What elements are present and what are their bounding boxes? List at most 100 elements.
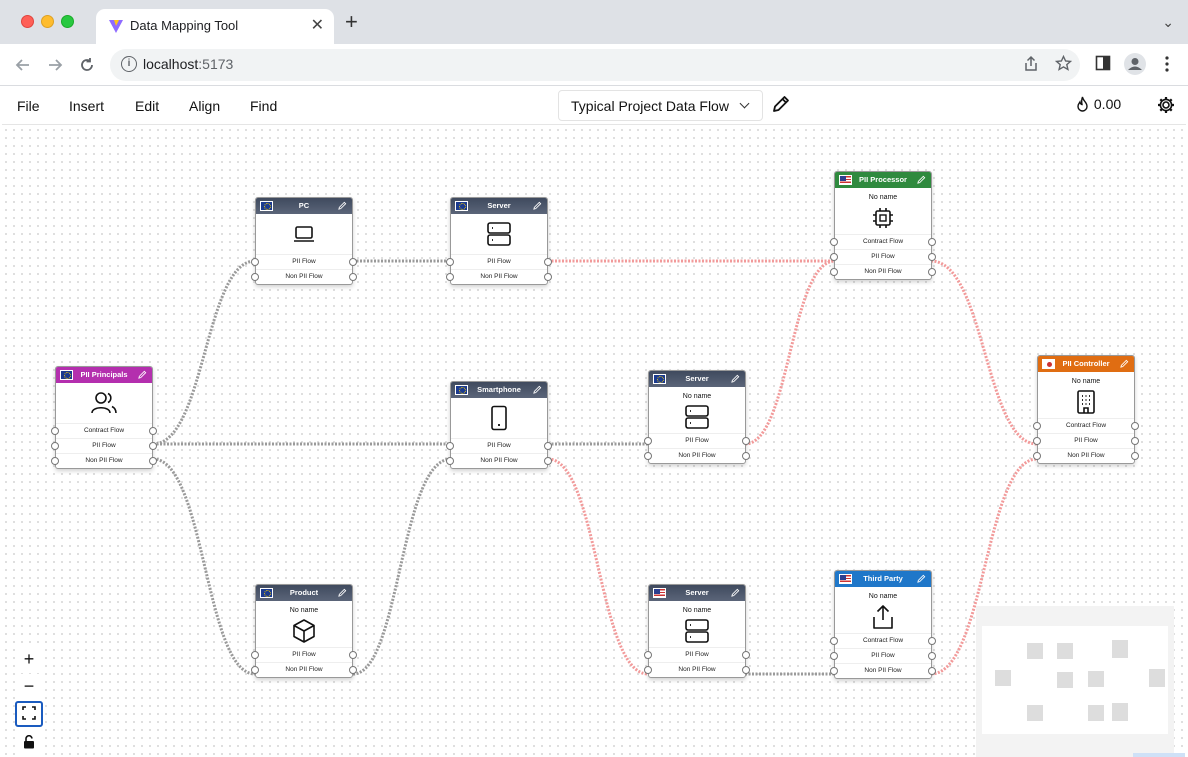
flame-icon	[1077, 94, 1088, 112]
edit-node-pencil-icon[interactable]	[917, 175, 926, 184]
flow-selector-dropdown[interactable]: Typical Project Data Flow	[558, 90, 763, 121]
port-pii-flow[interactable]: PII Flow	[251, 254, 357, 269]
node-pii-principals[interactable]: PII Principals Contract Flow PII Flow No…	[51, 366, 157, 469]
node-server-mid[interactable]: Server No name PII Flow Non PII Flow	[644, 370, 750, 464]
zoom-in-button[interactable]: +	[15, 647, 43, 673]
browser-menu-icon[interactable]	[1160, 55, 1174, 73]
edit-node-pencil-icon[interactable]	[338, 201, 347, 210]
profile-avatar-icon[interactable]	[1124, 53, 1146, 75]
port-pii-flow[interactable]: PII Flow	[251, 647, 357, 662]
node-third-party[interactable]: Third Party No name Contract Flow PII Fl…	[830, 570, 936, 679]
edit-flow-pencil-icon[interactable]	[770, 93, 792, 115]
node-pc[interactable]: PC PII Flow Non PII Flow	[251, 197, 357, 285]
port-pii-flow[interactable]: PII Flow	[446, 254, 552, 269]
menu-edit[interactable]: Edit	[135, 98, 159, 114]
edit-node-pencil-icon[interactable]	[338, 588, 347, 597]
side-panel-icon[interactable]	[1095, 55, 1111, 71]
share-page-icon[interactable]	[1023, 55, 1039, 73]
site-info-icon[interactable]: i	[121, 56, 137, 72]
minimap-node	[1027, 643, 1043, 659]
menu-align[interactable]: Align	[189, 98, 220, 114]
node-title: Server	[685, 588, 709, 597]
port-contract-flow[interactable]: Contract Flow	[51, 423, 157, 438]
zoom-out-button[interactable]: −	[15, 674, 43, 700]
port-contract-flow[interactable]: Contract Flow	[830, 633, 936, 648]
close-tab-icon[interactable]: ✕	[311, 15, 324, 35]
fit-view-button[interactable]	[15, 701, 43, 727]
jp-flag-icon	[1042, 359, 1055, 369]
node-product[interactable]: Product No name PII Flow Non PII Flow	[251, 584, 357, 678]
smartphone-icon	[491, 405, 507, 431]
browser-tab[interactable]: Data Mapping Tool ✕	[96, 9, 334, 44]
node-server-top[interactable]: Server PII Flow Non PII Flow	[446, 197, 552, 285]
laptop-icon	[294, 226, 314, 242]
box-icon	[293, 618, 315, 643]
node-title: Smartphone	[477, 385, 521, 394]
edit-node-pencil-icon[interactable]	[1120, 359, 1129, 368]
browser-tabstrip: Data Mapping Tool ✕ + ⌄	[0, 0, 1188, 44]
port-pii-flow[interactable]: PII Flow	[446, 438, 552, 453]
browser-toolbar: i localhost:5173	[0, 44, 1188, 86]
tab-search-icon[interactable]: ⌄	[1162, 14, 1174, 31]
node-pii-controller[interactable]: PII Controller No name Contract Flow PII…	[1033, 355, 1139, 464]
bookmark-star-icon[interactable]	[1055, 55, 1072, 72]
minimize-window-button[interactable]	[41, 15, 54, 28]
canvas-scroll-indicator	[1133, 753, 1185, 757]
maximize-window-button[interactable]	[61, 15, 74, 28]
node-pii-processor[interactable]: PII Processor No name Contract Flow PII …	[830, 171, 936, 280]
app-menubar: File Insert Edit Align Find Typical Proj…	[2, 87, 1186, 125]
port-non-pii-flow[interactable]: Non PII Flow	[251, 269, 357, 284]
port-pii-flow[interactable]: PII Flow	[51, 438, 157, 453]
edit-node-pencil-icon[interactable]	[731, 374, 740, 383]
port-contract-flow[interactable]: Contract Flow	[1033, 418, 1139, 433]
new-tab-button[interactable]: +	[345, 11, 358, 33]
port-pii-flow[interactable]: PII Flow	[1033, 433, 1139, 448]
minimap-node	[1027, 705, 1043, 721]
minimap-node	[1088, 671, 1104, 687]
node-name: No name	[682, 393, 712, 400]
port-non-pii-flow[interactable]: Non PII Flow	[830, 663, 936, 678]
close-window-button[interactable]	[21, 15, 34, 28]
users-icon	[91, 392, 117, 414]
node-title: PII Controller	[1062, 359, 1110, 368]
us-flag-icon	[839, 175, 852, 185]
edit-node-pencil-icon[interactable]	[731, 588, 740, 597]
port-non-pii-flow[interactable]: Non PII Flow	[1033, 448, 1139, 463]
forward-icon[interactable]	[46, 56, 64, 74]
gear-icon[interactable]	[1156, 95, 1176, 115]
edit-node-pencil-icon[interactable]	[917, 574, 926, 583]
eu-flag-icon	[260, 201, 273, 211]
minimap-node	[1112, 640, 1128, 658]
port-non-pii-flow[interactable]: Non PII Flow	[644, 448, 750, 463]
port-non-pii-flow[interactable]: Non PII Flow	[644, 662, 750, 677]
port-non-pii-flow[interactable]: Non PII Flow	[830, 264, 936, 279]
port-pii-flow[interactable]: PII Flow	[644, 647, 750, 662]
edit-node-pencil-icon[interactable]	[533, 201, 542, 210]
port-non-pii-flow[interactable]: Non PII Flow	[446, 269, 552, 284]
port-pii-flow[interactable]: PII Flow	[830, 249, 936, 264]
port-contract-flow[interactable]: Contract Flow	[830, 234, 936, 249]
menu-insert[interactable]: Insert	[69, 98, 104, 114]
minimap-node	[1088, 705, 1104, 721]
menu-file[interactable]: File	[17, 98, 40, 114]
url-text[interactable]: localhost:5173	[143, 56, 233, 72]
cost-display: 0.00	[1075, 94, 1121, 112]
port-non-pii-flow[interactable]: Non PII Flow	[251, 662, 357, 677]
back-icon[interactable]	[14, 56, 32, 74]
minimap-viewport	[982, 626, 1168, 734]
port-pii-flow[interactable]: PII Flow	[830, 648, 936, 663]
reload-icon[interactable]	[78, 56, 96, 74]
port-non-pii-flow[interactable]: Non PII Flow	[446, 453, 552, 468]
minimap[interactable]	[976, 606, 1174, 757]
server-icon	[685, 404, 709, 429]
port-non-pii-flow[interactable]: Non PII Flow	[51, 453, 157, 468]
node-smartphone[interactable]: Smartphone PII Flow Non PII Flow	[446, 381, 552, 469]
lock-toggle-button[interactable]	[15, 729, 43, 755]
node-title: Product	[289, 588, 319, 597]
node-server-bottom[interactable]: Server No name PII Flow Non PII Flow	[644, 584, 750, 678]
edit-node-pencil-icon[interactable]	[138, 370, 147, 379]
edit-node-pencil-icon[interactable]	[533, 385, 542, 394]
address-bar[interactable]: i localhost:5173	[110, 49, 1080, 81]
port-pii-flow[interactable]: PII Flow	[644, 433, 750, 448]
menu-find[interactable]: Find	[250, 98, 277, 114]
